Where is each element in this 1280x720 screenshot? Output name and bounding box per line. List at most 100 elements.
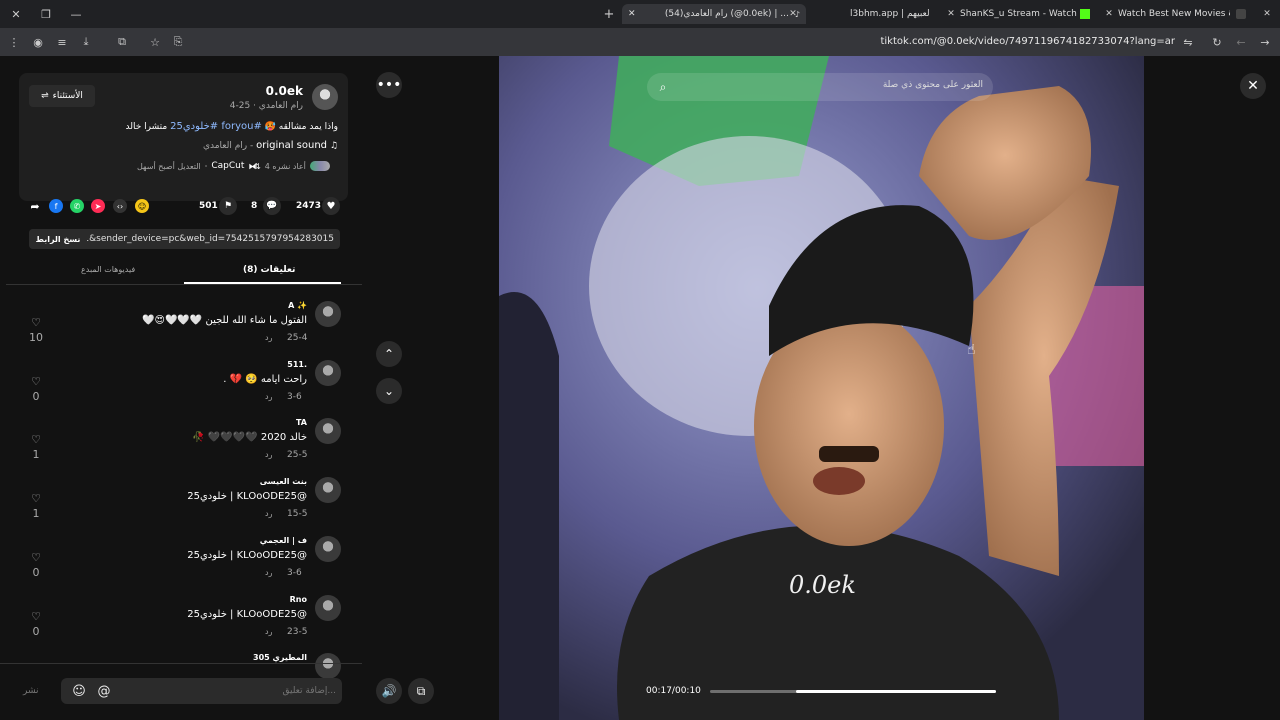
tab-comments[interactable]: (8) تعليقات — [243, 265, 295, 275]
url-field[interactable]: tiktok.com/@0.0ek/video/7497119674182733… — [860, 36, 1175, 47]
close-tab-icon[interactable]: ✕ — [628, 9, 636, 19]
whatsapp-icon[interactable]: ✆ — [70, 199, 84, 213]
video-player[interactable]: العثور على محتوى ذي صلة ⌕ 0.0ek 00:17/00… — [499, 56, 1144, 720]
forward-icon[interactable]: → — [1257, 34, 1273, 50]
save-icon[interactable]: ⚑ — [219, 197, 237, 215]
post-comment-button[interactable]: نشر — [23, 686, 39, 696]
send-to-friends-icon[interactable]: ➤ — [91, 199, 105, 213]
emoji-share-icon[interactable]: ☺ — [135, 199, 149, 213]
share-more-icon[interactable]: ➦ — [28, 199, 42, 213]
comment-reply-link[interactable]: رد — [265, 509, 272, 518]
comment-icon[interactable]: 💬 — [263, 197, 281, 215]
search-icon[interactable]: ⌕ — [655, 79, 671, 95]
comment-username[interactable]: TA — [296, 418, 307, 427]
comment-like-icon[interactable]: ♡ — [26, 492, 46, 505]
comment-date: 23-5 — [287, 627, 308, 637]
volume-icon[interactable]: 🔊 — [376, 678, 402, 704]
comment-avatar[interactable] — [315, 477, 341, 503]
author-display-name: رام العامدي — [258, 101, 303, 111]
music-note-icon: ♫ — [329, 141, 338, 151]
bookmark-star-icon[interactable]: ☆ — [147, 34, 163, 50]
comment-avatar[interactable] — [315, 301, 341, 327]
new-tab-icon[interactable]: + — [601, 6, 617, 22]
close-window-icon[interactable]: ✕ — [8, 6, 24, 22]
comment-like-icon[interactable]: ♡ — [26, 551, 46, 564]
comment-avatar[interactable] — [315, 595, 341, 621]
close-tab-icon[interactable]: ✕ — [1260, 6, 1274, 22]
comment-username[interactable]: 511. — [287, 360, 307, 369]
related-search-bar[interactable]: العثور على محتوى ذي صلة ⌕ — [647, 73, 993, 101]
close-tab-icon[interactable]: ✕ — [944, 6, 958, 22]
close-tab-icon[interactable]: ✕ — [786, 6, 800, 22]
embed-icon[interactable]: ‹› — [113, 199, 127, 213]
sound-row[interactable]: رام العامدي - original sound ♫ — [203, 140, 338, 151]
comment-username[interactable]: ف | العجمي — [260, 536, 307, 545]
comment-reply-link[interactable]: رد — [265, 568, 272, 577]
comment-avatar[interactable] — [315, 536, 341, 562]
player-controls-column: ••• ⌃ ⌄ 🔊 ⧉ — [362, 56, 499, 720]
tab-l3bhm[interactable]: l3bhm.app | لعبيهم — [850, 4, 936, 24]
tab-tiktok[interactable]: ✕ (54)رام العامدي (@0.0ek) | ... ♪ — [622, 4, 806, 24]
comment-username[interactable]: المطيري 305 — [253, 653, 307, 662]
comment-username[interactable]: Rno — [290, 595, 307, 604]
picture-in-picture-icon[interactable]: ⧉ — [408, 678, 434, 704]
more-options-icon[interactable]: ••• — [376, 72, 402, 98]
share-link-text[interactable]: ...=1&sender_device=pc&web_id=7542515797… — [67, 234, 334, 244]
follow-button[interactable]: ⇌ الأستئناء — [29, 85, 95, 107]
comment-text: راحت ايامه 🥺 💔 . — [223, 374, 307, 385]
emoji-icon[interactable]: ☺ — [71, 683, 87, 699]
profile-icon[interactable]: ◉ — [30, 34, 46, 50]
extensions-icon[interactable]: ⧉ — [114, 34, 130, 50]
comment-reply-link[interactable]: رد — [265, 627, 272, 636]
post-date: 25-4 — [229, 101, 251, 111]
caption-end: متشرا خالد — [125, 122, 168, 132]
tab-shanks-stream[interactable]: ShanKS_u Stream - Watch Live — [960, 4, 1080, 24]
playlist-icon[interactable]: ≡ — [54, 34, 70, 50]
comment-count: 8 — [251, 201, 258, 211]
next-video-icon[interactable]: ⌄ — [376, 378, 402, 404]
video-progress-track[interactable] — [710, 690, 996, 693]
comment-input[interactable] — [121, 678, 336, 704]
capcut-row[interactable]: التعديل أصبح أسهل · CapCut ⧓ — [137, 161, 256, 171]
comment-reply-link[interactable]: رد — [265, 392, 272, 401]
menu-dots-icon[interactable]: ⋮ — [6, 34, 22, 50]
author-avatar[interactable] — [312, 84, 338, 110]
comment-avatar[interactable] — [315, 360, 341, 386]
minimize-window-icon[interactable]: — — [68, 6, 84, 22]
capcut-subtitle: التعديل أصبح أسهل — [137, 161, 201, 171]
mention-icon[interactable]: @ — [96, 683, 112, 699]
right-backdrop: ✕ — [1144, 56, 1280, 720]
close-tab-icon[interactable]: ✕ — [1102, 6, 1116, 22]
comment-like-icon[interactable]: ♡ — [26, 610, 46, 623]
site-settings-icon[interactable]: ⇋ — [1180, 34, 1196, 50]
copy-link-button[interactable]: نسخ الرابط — [29, 229, 87, 249]
comment-like-icon[interactable]: ♡ — [26, 375, 46, 388]
comment-username[interactable]: بنت العيسى — [260, 477, 307, 486]
tab-creator-videos[interactable]: فيديوهات المبدع — [81, 265, 135, 274]
capcut-label: CapCut — [211, 161, 245, 171]
download-icon[interactable]: ⤓ — [78, 34, 94, 50]
comment-like-icon[interactable]: ♡ — [26, 316, 46, 329]
repost-row[interactable]: ⇅ 4 أعاد نشره — [254, 161, 330, 171]
facebook-icon[interactable]: f — [49, 199, 63, 213]
comment-reply-link[interactable]: رد — [265, 450, 272, 459]
repost-avatars — [309, 161, 330, 171]
previous-video-icon[interactable]: ⌃ — [376, 341, 402, 367]
maximize-window-icon[interactable]: ❐ — [38, 6, 54, 22]
reload-icon[interactable]: ↻ — [1209, 34, 1225, 50]
comment-username[interactable]: A ✨ — [288, 301, 307, 310]
author-username[interactable]: 0.0ek — [266, 84, 303, 98]
tab-movies[interactable]: Watch Best New Movies & Sho — [1118, 4, 1230, 24]
install-app-icon[interactable]: ⎘ — [170, 34, 186, 50]
caption-hashtags[interactable]: #foryou #خلودي25 — [170, 121, 262, 132]
comment-reply-link[interactable]: رد — [265, 333, 272, 342]
comment-like-icon[interactable]: ♡ — [26, 433, 46, 446]
comment-like-count: 1 — [32, 507, 40, 520]
like-icon[interactable]: ♥ — [322, 197, 340, 215]
comment-date: 15-5 — [287, 509, 308, 519]
close-video-icon[interactable]: ✕ — [1240, 73, 1266, 99]
comment-avatar[interactable] — [315, 653, 341, 679]
comment-avatar[interactable] — [315, 418, 341, 444]
back-icon[interactable]: ← — [1233, 34, 1249, 50]
tab-title: l3bhm.app | لعبيهم — [850, 9, 930, 19]
